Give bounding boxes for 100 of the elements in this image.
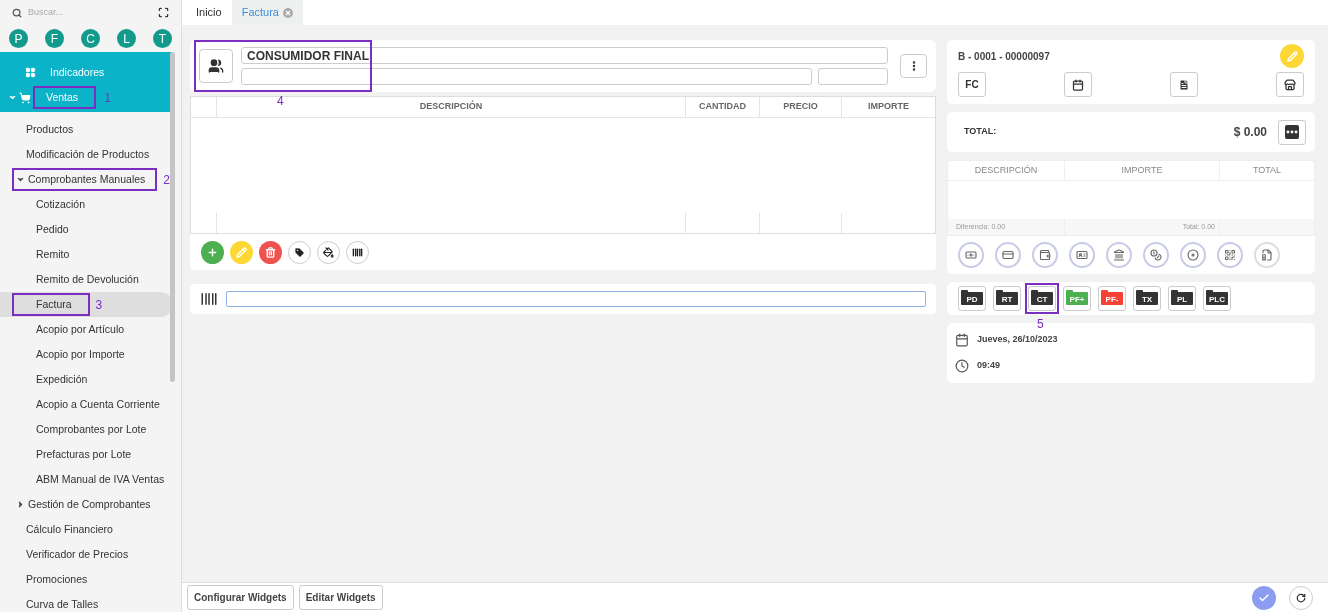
callout-number: 2: [163, 171, 170, 189]
document-shortcut-button[interactable]: TX: [1133, 286, 1161, 311]
document-shortcut-button[interactable]: CT: [1028, 286, 1056, 311]
menu-item[interactable]: Verificador de Precios: [16, 544, 129, 565]
total-value: $ 0.00: [1233, 124, 1267, 141]
tag-icon: [294, 246, 305, 258]
document-shortcut-button[interactable]: PLC: [1203, 286, 1231, 311]
calendar-icon: [955, 333, 969, 347]
scrollbar[interactable]: [170, 52, 175, 382]
menu-item[interactable]: Cotización: [26, 194, 86, 215]
bank-icon: [1113, 249, 1125, 261]
menu-item[interactable]: Acopio por Importe: [26, 344, 125, 365]
disc-icon: [1187, 249, 1199, 261]
menu-item[interactable]: Productos: [16, 119, 74, 140]
tag-button[interactable]: [1278, 119, 1306, 145]
document-number: B - 0001 - 00000097: [958, 49, 1050, 64]
customer-name-field[interactable]: CONSUMIDOR FINAL: [241, 47, 888, 64]
barcode-icon: [200, 290, 218, 308]
qr-code-icon: [1224, 249, 1236, 261]
column-header: IMPORTE: [868, 100, 909, 114]
document-icon: [1261, 249, 1273, 261]
qr-code-button[interactable]: [1217, 242, 1243, 268]
document-type-button[interactable]: FC: [958, 72, 986, 97]
cash-icon: [965, 249, 977, 261]
column-header: IMPORTE: [1064, 161, 1219, 180]
footer-button[interactable]: Editar Widgets: [298, 585, 383, 610]
dashboard-icon: [25, 67, 36, 78]
users-icon: [208, 58, 224, 74]
menu-item[interactable]: Prefacturas por Lote: [26, 444, 132, 465]
column-header: DESCRIPCIÓN: [973, 163, 1039, 177]
document-shortcut-button[interactable]: PF-: [1098, 286, 1126, 311]
confirm-button[interactable]: [1252, 585, 1276, 610]
address-field[interactable]: [241, 68, 812, 85]
close-icon[interactable]: [283, 7, 293, 18]
refresh-icon: [1296, 592, 1306, 603]
callout-number: 3: [95, 296, 103, 314]
menu-item[interactable]: Pedido: [26, 219, 69, 240]
column-header: TOTAL: [1219, 161, 1314, 180]
cash-button[interactable]: [958, 242, 984, 268]
menu-item[interactable]: Modificación de Productos: [16, 144, 150, 165]
search-field[interactable]: Buscar...: [28, 5, 152, 20]
search-icon: [12, 7, 22, 18]
folder-icon: TX: [1136, 292, 1158, 305]
column-header: DESCRIPCIÓN: [419, 100, 483, 114]
wallet-button[interactable]: [1032, 242, 1058, 268]
menu-item[interactable]: Curva de Talles: [16, 594, 99, 612]
date-text: Jueves, 26/10/2023: [977, 333, 1058, 347]
calendar-button[interactable]: [1064, 72, 1092, 97]
callout-number: 4: [277, 93, 284, 110]
callout-number: 5: [1037, 316, 1044, 333]
calendar-icon: [1072, 78, 1084, 91]
barcode-button[interactable]: [346, 240, 369, 264]
document-shortcut-button[interactable]: RT: [993, 286, 1021, 311]
time-text: 09:49: [977, 359, 1001, 373]
more-button[interactable]: [900, 54, 927, 78]
menu-item[interactable]: Cálculo Financiero: [16, 519, 113, 540]
add-button[interactable]: [201, 240, 224, 264]
store-button[interactable]: [1276, 72, 1304, 97]
menu-item[interactable]: Gestión de Comprobantes: [26, 494, 161, 515]
card-button[interactable]: [995, 242, 1021, 268]
folder-icon: PL: [1171, 292, 1193, 305]
tag-button[interactable]: [288, 240, 311, 264]
menu-item[interactable]: ABM Manual de IVA Ventas: [26, 469, 165, 490]
menu-item[interactable]: Comprobantes por Lote: [26, 419, 147, 440]
folder-icon: PLC: [1206, 292, 1228, 305]
bank-button[interactable]: [1106, 242, 1132, 268]
fill-button[interactable]: [317, 240, 340, 264]
menu-item[interactable]: Remito: [26, 244, 70, 265]
barcode-icon: [352, 246, 363, 258]
fullscreen-icon[interactable]: [158, 7, 169, 18]
menu-item[interactable]: Expedición: [26, 369, 88, 390]
folder-icon: CT: [1031, 292, 1053, 305]
menu-item[interactable]: Remito de Devolución: [26, 269, 139, 290]
document-shortcut-button[interactable]: PL: [1168, 286, 1196, 311]
document-button[interactable]: [1170, 72, 1198, 97]
coins-icon: [1150, 249, 1162, 261]
total-label: TOTAL:: [964, 125, 998, 139]
tax-id-field[interactable]: [818, 68, 888, 85]
column-header: CANTIDAD: [699, 100, 746, 114]
pencil-icon: [236, 246, 247, 258]
check-button[interactable]: [1069, 242, 1095, 268]
plus-icon: [207, 246, 218, 258]
menu-item[interactable]: Acopio por Artículo: [26, 319, 125, 340]
menu-item[interactable]: Promociones: [16, 569, 88, 590]
callout-number: 1: [104, 89, 111, 107]
wallet-icon: [1039, 249, 1051, 261]
coins-button[interactable]: [1143, 242, 1169, 268]
column-header: PRECIO: [783, 100, 818, 114]
folder-icon: PD: [961, 292, 983, 305]
menu-item[interactable]: Acopio a Cuenta Corriente: [26, 394, 160, 415]
customer-button[interactable]: [199, 49, 233, 83]
disc-button[interactable]: [1180, 242, 1206, 268]
paint-bucket-icon: [323, 246, 334, 258]
barcode-field[interactable]: [226, 291, 926, 307]
footer-button[interactable]: Configurar Widgets: [187, 585, 294, 610]
document-shortcut-button[interactable]: PD: [958, 286, 986, 311]
tab[interactable]: Inicio: [186, 0, 232, 25]
delete-button[interactable]: [259, 240, 282, 264]
ellipsis-icon: [1285, 125, 1299, 139]
store-icon: [1284, 78, 1296, 91]
